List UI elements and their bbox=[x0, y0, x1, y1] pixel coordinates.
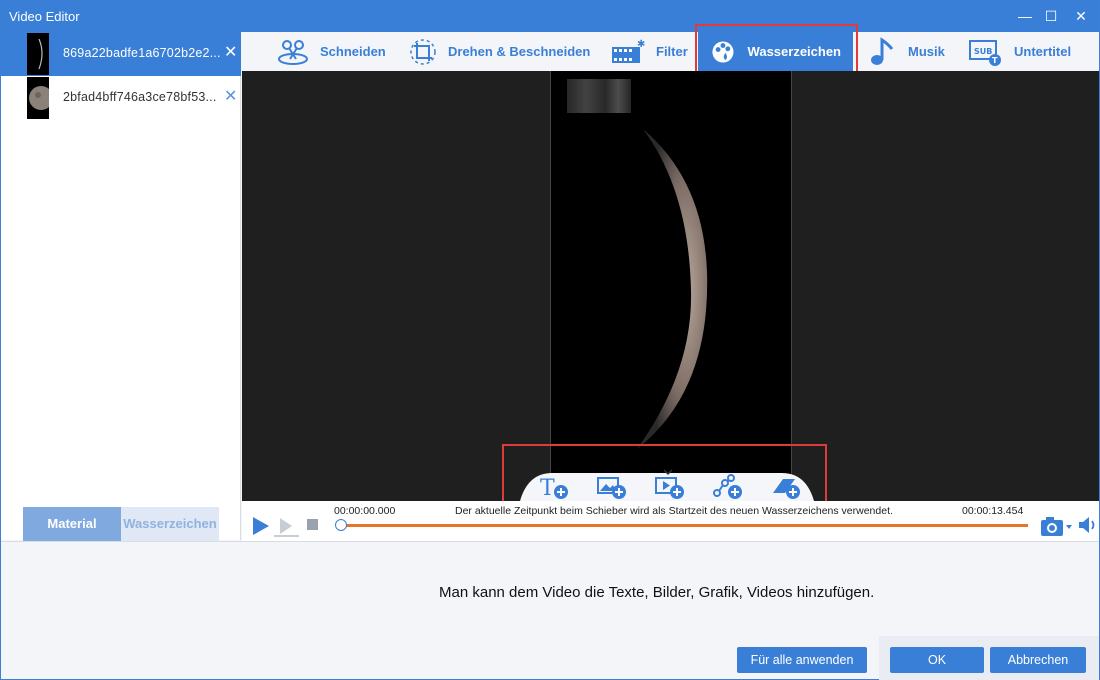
video-frame bbox=[550, 71, 792, 501]
end-time: 00:00:13.454 bbox=[962, 505, 1024, 517]
add-image-button[interactable] bbox=[596, 473, 628, 501]
watermark-icon bbox=[712, 40, 734, 63]
watermark-add-tray: T bbox=[502, 459, 832, 501]
close-button[interactable]: ✕ bbox=[1067, 5, 1095, 27]
snapshot-camera-icon[interactable] bbox=[1040, 514, 1074, 538]
add-image-icon bbox=[597, 477, 626, 499]
volume-icon[interactable] bbox=[1078, 516, 1098, 534]
add-video-icon bbox=[655, 477, 684, 499]
tool-watermark[interactable]: Wasserzeichen bbox=[698, 32, 853, 71]
cancel-button[interactable]: Abbrechen bbox=[990, 647, 1086, 673]
maximize-button[interactable]: ☐ bbox=[1037, 5, 1065, 27]
file-name: 2bfad4bff746a3ce78bf53... bbox=[63, 90, 217, 104]
play-icon[interactable] bbox=[250, 515, 272, 537]
tool-label: Schneiden bbox=[320, 44, 386, 59]
file-thumbnail bbox=[27, 77, 49, 119]
left-tabs: Material Wasserzeichen bbox=[23, 507, 219, 541]
info-message: Man kann dem Video die Texte, Bilder, Gr… bbox=[439, 584, 875, 601]
svg-text:✱: ✱ bbox=[637, 39, 645, 50]
tool-label: Filter bbox=[656, 44, 688, 59]
eraser-icon bbox=[773, 479, 800, 499]
add-video-button[interactable] bbox=[654, 473, 686, 501]
add-graphic-button[interactable] bbox=[712, 473, 744, 501]
tool-label: Untertitel bbox=[1014, 44, 1072, 59]
timeline-slider-handle[interactable] bbox=[335, 519, 347, 531]
timeline-track[interactable] bbox=[340, 524, 1028, 527]
stop-icon[interactable] bbox=[306, 518, 320, 532]
start-time: 00:00:00.000 bbox=[334, 505, 396, 517]
bottom-panel: Man kann dem Video die Texte, Bilder, Gr… bbox=[1, 541, 1099, 680]
tool-label: Musik bbox=[908, 44, 945, 59]
filter-icon: ✱ bbox=[612, 39, 645, 63]
tab-watermark[interactable]: Wasserzeichen bbox=[121, 507, 219, 541]
tool-label: Drehen & Beschneiden bbox=[448, 44, 591, 59]
tool-rotate-crop[interactable]: Drehen & Beschneiden bbox=[408, 32, 590, 71]
window-title: Video Editor bbox=[9, 9, 80, 24]
ok-button[interactable]: OK bbox=[890, 647, 984, 673]
add-text-icon: T bbox=[540, 476, 568, 501]
svg-text:T: T bbox=[540, 476, 555, 501]
add-graphic-icon bbox=[713, 474, 742, 499]
minimize-button[interactable]: — bbox=[1011, 5, 1039, 27]
add-eraser-button[interactable] bbox=[770, 473, 802, 501]
svg-text:T: T bbox=[992, 56, 998, 65]
timeline: 00:00:00.000 Der aktuelle Zeitpunkt beim… bbox=[242, 501, 1099, 541]
file-name: 869a22badfe1a6702b2e2... bbox=[63, 46, 221, 60]
file-item-2[interactable]: 2bfad4bff746a3ce78bf53... ✕ bbox=[1, 76, 241, 120]
moon-image bbox=[637, 129, 708, 449]
tool-filter[interactable]: ✱ Filter bbox=[610, 32, 688, 71]
video-editor-window: Video Editor — ☐ ✕ 869a22badfe1a6702b2e2… bbox=[0, 0, 1100, 680]
apply-all-button[interactable]: Für alle anwenden bbox=[737, 647, 867, 673]
file-list: 869a22badfe1a6702b2e2... ✕ 2bfad4bff746a… bbox=[1, 32, 241, 540]
tool-subtitle[interactable]: SUB T Untertitel bbox=[968, 32, 1071, 71]
svg-text:SUB: SUB bbox=[974, 47, 992, 56]
tool-label: Wasserzeichen bbox=[747, 44, 841, 59]
editor-toolbar: Schneiden Drehen & Beschneiden ✱ Filter bbox=[242, 32, 1099, 71]
remove-file-icon[interactable]: ✕ bbox=[224, 42, 237, 62]
file-thumbnail bbox=[27, 33, 49, 75]
crop-rotate-icon bbox=[410, 38, 436, 65]
play-segment-icon[interactable] bbox=[274, 515, 300, 537]
tool-music[interactable]: Musik bbox=[868, 32, 945, 71]
timeline-hint: Der aktuelle Zeitpunkt beim Schieber wir… bbox=[455, 505, 893, 517]
video-preview: T bbox=[242, 71, 1099, 501]
music-note-icon bbox=[871, 36, 894, 65]
file-item-1[interactable]: 869a22badfe1a6702b2e2... ✕ bbox=[1, 32, 241, 76]
scissors-icon bbox=[278, 39, 308, 65]
subtitle-icon: SUB T bbox=[969, 39, 1001, 66]
title-bar: Video Editor — ☐ ✕ bbox=[1, 1, 1099, 32]
add-text-button[interactable]: T bbox=[538, 473, 570, 501]
remove-file-icon[interactable]: ✕ bbox=[224, 86, 237, 106]
tab-material[interactable]: Material bbox=[23, 507, 121, 541]
tool-cut[interactable]: Schneiden bbox=[276, 32, 386, 71]
